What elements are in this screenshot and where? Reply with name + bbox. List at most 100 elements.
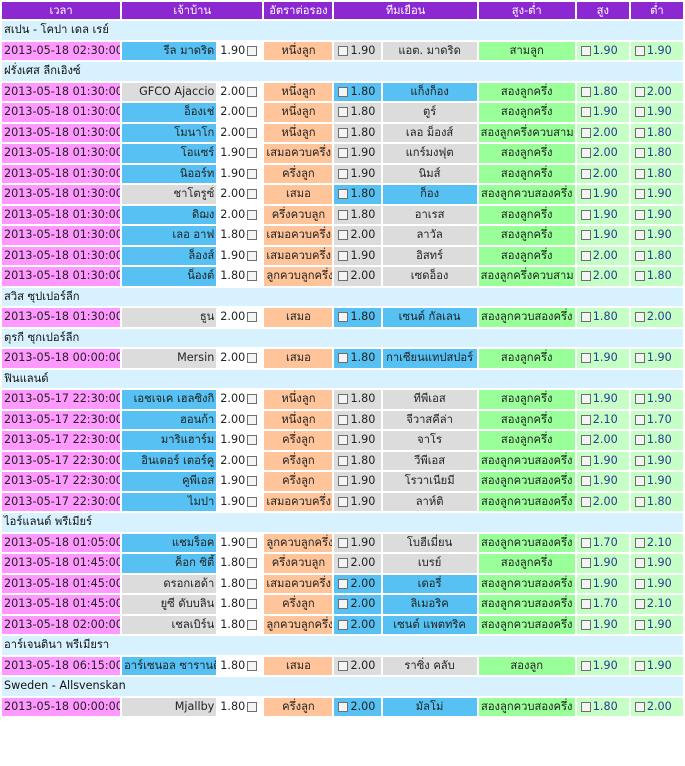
over-odds-checkbox[interactable] [580,578,591,589]
home-odds-checkbox[interactable] [247,189,258,199]
away-odds-checkbox[interactable] [338,414,349,425]
under-odds-checkbox[interactable] [634,537,645,548]
away-odds-checkbox[interactable] [338,455,349,466]
home-odds-checkbox[interactable] [247,496,258,507]
under-odds-checkbox[interactable] [634,250,645,261]
over-odds-checkbox[interactable] [580,701,591,712]
home-odds-checkbox[interactable] [247,599,258,609]
away-odds-checkbox[interactable] [338,312,349,322]
home-odds-checkbox[interactable] [247,455,258,466]
under-odds-checkbox[interactable] [634,353,645,363]
home-odds-checkbox[interactable] [247,148,258,158]
away-odds-checkbox[interactable] [338,476,349,486]
home-odds-checkbox[interactable] [247,660,258,671]
home-odds-checkbox[interactable] [247,168,258,179]
away-odds-checkbox[interactable] [338,271,349,281]
away-odds-checkbox[interactable] [338,250,349,261]
over-odds-checkbox[interactable] [580,558,591,568]
home-odds-checkbox[interactable] [247,45,258,56]
under-odds-checkbox[interactable] [634,558,645,568]
over-odds-checkbox[interactable] [580,271,591,281]
away-odds-checkbox[interactable] [338,86,349,97]
home-odds-checkbox[interactable] [247,414,258,425]
away-odds-checkbox[interactable] [338,45,349,56]
home-odds-checkbox[interactable] [247,578,258,589]
under-odds-checkbox[interactable] [634,701,645,712]
over-odds-checkbox[interactable] [580,353,591,363]
over-odds-checkbox[interactable] [580,107,591,117]
over-odds-checkbox[interactable] [580,86,591,97]
over-odds-checkbox[interactable] [580,619,591,630]
over-odds-checkbox[interactable] [580,476,591,486]
home-odds-checkbox[interactable] [247,537,258,548]
away-odds-checkbox[interactable] [338,435,349,445]
over-odds-checkbox[interactable] [580,414,591,425]
under-odds-checkbox[interactable] [634,660,645,671]
over-odds-checkbox[interactable] [580,189,591,199]
home-odds-checkbox[interactable] [247,127,258,138]
under-odds-checkbox[interactable] [634,148,645,158]
home-odds-checkbox[interactable] [247,209,258,220]
home-odds-checkbox[interactable] [247,701,258,712]
away-odds-checkbox[interactable] [338,168,349,179]
over-odds-checkbox[interactable] [580,599,591,609]
under-odds-checkbox[interactable] [634,230,645,240]
over-odds-checkbox[interactable] [580,148,591,158]
under-odds-checkbox[interactable] [634,312,645,322]
home-odds-checkbox[interactable] [247,558,258,568]
under-odds-checkbox[interactable] [634,476,645,486]
over-odds-checkbox[interactable] [580,168,591,179]
over-odds-checkbox[interactable] [580,660,591,671]
under-odds-checkbox[interactable] [634,189,645,199]
away-odds-checkbox[interactable] [338,394,349,404]
away-odds-checkbox[interactable] [338,230,349,240]
away-odds-checkbox[interactable] [338,578,349,589]
away-odds-checkbox[interactable] [338,701,349,712]
over-odds-checkbox[interactable] [580,250,591,261]
under-odds-checkbox[interactable] [634,496,645,507]
over-odds-checkbox[interactable] [580,45,591,56]
home-odds-checkbox[interactable] [247,619,258,630]
away-odds-checkbox[interactable] [338,209,349,220]
home-odds-checkbox[interactable] [247,435,258,445]
home-odds-checkbox[interactable] [247,476,258,486]
under-odds-checkbox[interactable] [634,271,645,281]
away-odds-checkbox[interactable] [338,148,349,158]
away-odds-checkbox[interactable] [338,189,349,199]
under-odds-checkbox[interactable] [634,209,645,220]
under-odds-checkbox[interactable] [634,86,645,97]
over-odds-checkbox[interactable] [580,127,591,138]
under-odds-checkbox[interactable] [634,619,645,630]
over-odds-checkbox[interactable] [580,209,591,220]
away-odds-checkbox[interactable] [338,660,349,671]
away-odds-checkbox[interactable] [338,558,349,568]
under-odds-checkbox[interactable] [634,455,645,466]
home-odds-checkbox[interactable] [247,271,258,281]
under-odds-checkbox[interactable] [634,107,645,117]
away-odds-checkbox[interactable] [338,127,349,138]
under-odds-checkbox[interactable] [634,578,645,589]
home-odds-checkbox[interactable] [247,312,258,322]
away-odds-checkbox[interactable] [338,599,349,609]
away-odds-checkbox[interactable] [338,496,349,507]
under-odds-checkbox[interactable] [634,168,645,179]
away-odds-checkbox[interactable] [338,619,349,630]
away-odds-checkbox[interactable] [338,107,349,117]
home-odds-checkbox[interactable] [247,353,258,363]
over-odds-checkbox[interactable] [580,394,591,404]
away-odds-checkbox[interactable] [338,353,349,363]
over-odds-checkbox[interactable] [580,230,591,240]
over-odds-checkbox[interactable] [580,435,591,445]
home-odds-checkbox[interactable] [247,86,258,97]
over-odds-checkbox[interactable] [580,496,591,507]
away-odds-checkbox[interactable] [338,537,349,548]
home-odds-checkbox[interactable] [247,230,258,240]
home-odds-checkbox[interactable] [247,107,258,117]
over-odds-checkbox[interactable] [580,312,591,322]
under-odds-checkbox[interactable] [634,599,645,609]
over-odds-checkbox[interactable] [580,455,591,466]
home-odds-checkbox[interactable] [247,394,258,404]
under-odds-checkbox[interactable] [634,45,645,56]
under-odds-checkbox[interactable] [634,394,645,404]
under-odds-checkbox[interactable] [634,435,645,445]
